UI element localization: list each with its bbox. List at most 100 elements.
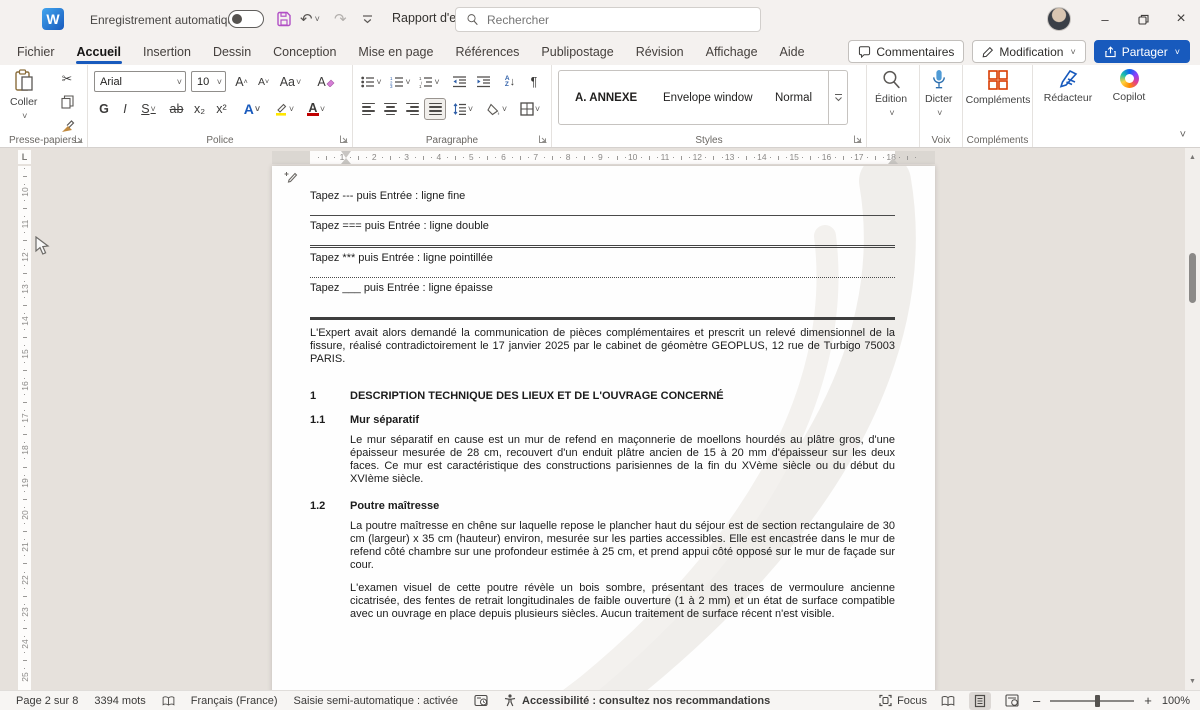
tapez-line-double[interactable]: Tapez === puis Entrée : ligne double [310,220,895,233]
read-mode-button[interactable] [937,692,959,710]
intro-paragraph[interactable]: L'Expert avait alors demandé la communic… [310,327,895,366]
zoom-in-button[interactable]: + [1144,693,1152,708]
line-spacing-button[interactable]: ˅ [449,98,477,120]
web-layout-button[interactable] [1001,692,1023,710]
paste-button[interactable]: Coller ˅ [10,69,37,121]
print-layout-button[interactable] [969,692,991,710]
paragraph-dialog-launcher[interactable] [538,134,548,144]
share-button[interactable]: Partager ˅ [1094,40,1190,63]
tab-mise-en-page[interactable]: Mise en page [347,38,444,65]
word-count[interactable]: 3394 mots [94,695,145,707]
collapse-ribbon-button[interactable]: ˅ [1180,129,1186,141]
editing-time-button[interactable] [474,694,488,707]
font-color-button[interactable]: A ˅ [301,98,331,120]
paragraph-1-1[interactable]: Le mur séparatif en cause est un mur de … [350,434,895,486]
scroll-down-arrow[interactable]: ▼ [1185,674,1200,688]
edition-button[interactable]: Édition ˅ [875,69,907,118]
language-indicator[interactable]: Français (France) [191,695,278,707]
superscript-button[interactable]: x² [211,98,232,120]
tab-conception[interactable]: Conception [262,38,347,65]
avatar[interactable] [1047,7,1071,31]
zoom-out-button[interactable]: – [1033,693,1040,708]
hanging-indent-marker[interactable] [341,158,351,164]
dictate-button[interactable]: Dicter ˅ [925,69,952,118]
heading-1-2[interactable]: 1.2 Poutre maîtresse [310,500,895,513]
copilot-button[interactable]: Copilot [1103,69,1155,103]
tab-dessin[interactable]: Dessin [202,38,262,65]
document-page[interactable]: Tapez --- puis Entrée : ligne fine Tapez… [272,166,935,690]
italic-button[interactable]: I [116,98,134,120]
copy-button[interactable] [56,91,78,113]
numbering-button[interactable]: 123 ˅ [387,71,414,93]
clipboard-dialog-launcher[interactable] [74,134,84,144]
tab-affichage[interactable]: Affichage [695,38,769,65]
borders-button[interactable]: ˅ [514,98,546,120]
page-indicator[interactable]: Page 2 sur 8 [16,695,78,707]
comments-button[interactable]: Commentaires [848,40,964,63]
highlight-color-button[interactable]: ˅ [269,98,299,120]
scroll-up-arrow[interactable]: ▲ [1185,150,1200,164]
show-marks-button[interactable]: ¶ [524,71,544,93]
undo-button[interactable]: ↶˅ [300,8,320,30]
inline-copilot-pen-icon[interactable] [283,170,299,186]
accessibility-status[interactable]: Accessibilité : consultez nos recommanda… [504,694,770,707]
save-button[interactable] [276,8,292,30]
tapez-line-thick[interactable]: Tapez ___ puis Entrée : ligne épaisse [310,282,895,295]
search-input[interactable] [487,13,727,27]
zoom-slider[interactable] [1050,692,1134,710]
subscript-button[interactable]: x₂ [189,98,210,120]
tab-accueil[interactable]: Accueil [66,38,132,65]
tab-insertion[interactable]: Insertion [132,38,202,65]
styles-dialog-launcher[interactable] [853,134,863,144]
text-effects-button[interactable]: A˅ [238,98,266,120]
font-dialog-launcher[interactable] [339,134,349,144]
addins-button[interactable]: Compléments [963,69,1033,106]
change-case-button[interactable]: Aa˅ [276,71,305,93]
bullets-button[interactable]: ˅ [358,71,385,93]
increase-indent-button[interactable] [472,71,494,93]
tab-stop-selector[interactable]: L [18,150,31,164]
cut-button[interactable]: ✂ [56,67,78,89]
proofing-button[interactable] [162,695,175,707]
tab-fichier[interactable]: Fichier [6,38,66,65]
shading-button[interactable]: ˅ [482,98,512,120]
tab-publipostage[interactable]: Publipostage [530,38,624,65]
vertical-ruler[interactable]: 10111213141516171819202122232425 [18,166,31,690]
minimize-button[interactable]: – [1086,0,1124,38]
restore-button[interactable] [1124,0,1162,38]
editor-button[interactable]: Rédacteur [1037,69,1099,104]
grow-font-button[interactable]: A˄ [231,71,252,93]
word-app-icon[interactable]: W [42,8,64,30]
zoom-slider-thumb[interactable] [1095,695,1100,707]
sort-button[interactable]: AZ ↓ [498,71,522,93]
first-line-indent-marker[interactable] [341,151,351,158]
redo-button[interactable]: ↷ [334,8,347,30]
style-normal[interactable]: Normal [775,71,821,124]
paragraph-1-2b[interactable]: L'examen visuel de cette poutre révèle u… [350,582,895,621]
editing-mode-button[interactable]: Modification ˅ [972,40,1085,63]
tab-references[interactable]: Références [444,38,530,65]
font-name-combo[interactable]: Arial˅ [94,71,186,92]
strikethrough-button[interactable]: ab [165,98,188,120]
vertical-scrollbar[interactable]: ▲ ▼ [1185,148,1200,690]
styles-more-button[interactable] [828,71,847,124]
autosave-toggle[interactable] [228,10,264,28]
underline-button[interactable]: S˅ [135,98,162,120]
font-size-combo[interactable]: 10˅ [191,71,226,92]
heading-1[interactable]: 1 DESCRIPTION TECHNIQUE DES LIEUX ET DE … [310,390,895,403]
style-envelope-window[interactable]: Envelope window [663,71,759,124]
quick-access-menu-button[interactable] [362,8,373,30]
paragraph-1-2a[interactable]: La poutre maîtresse en chêne sur laquell… [350,520,895,572]
tapez-line-dotted[interactable]: Tapez *** puis Entrée : ligne pointillée [310,252,895,265]
zoom-level[interactable]: 100% [1162,695,1190,707]
close-button[interactable]: × [1162,0,1200,38]
tab-revision[interactable]: Révision [625,38,695,65]
decrease-indent-button[interactable] [448,71,470,93]
justify-button[interactable] [424,98,446,120]
shrink-font-button[interactable]: A˅ [253,71,274,93]
align-left-button[interactable] [358,98,379,120]
bold-button[interactable]: G [94,98,114,120]
align-right-button[interactable] [402,98,423,120]
horizontal-ruler[interactable]: 123456789101112131415161718 [272,151,935,164]
style-annexe[interactable]: A. ANNEXE [575,71,653,124]
